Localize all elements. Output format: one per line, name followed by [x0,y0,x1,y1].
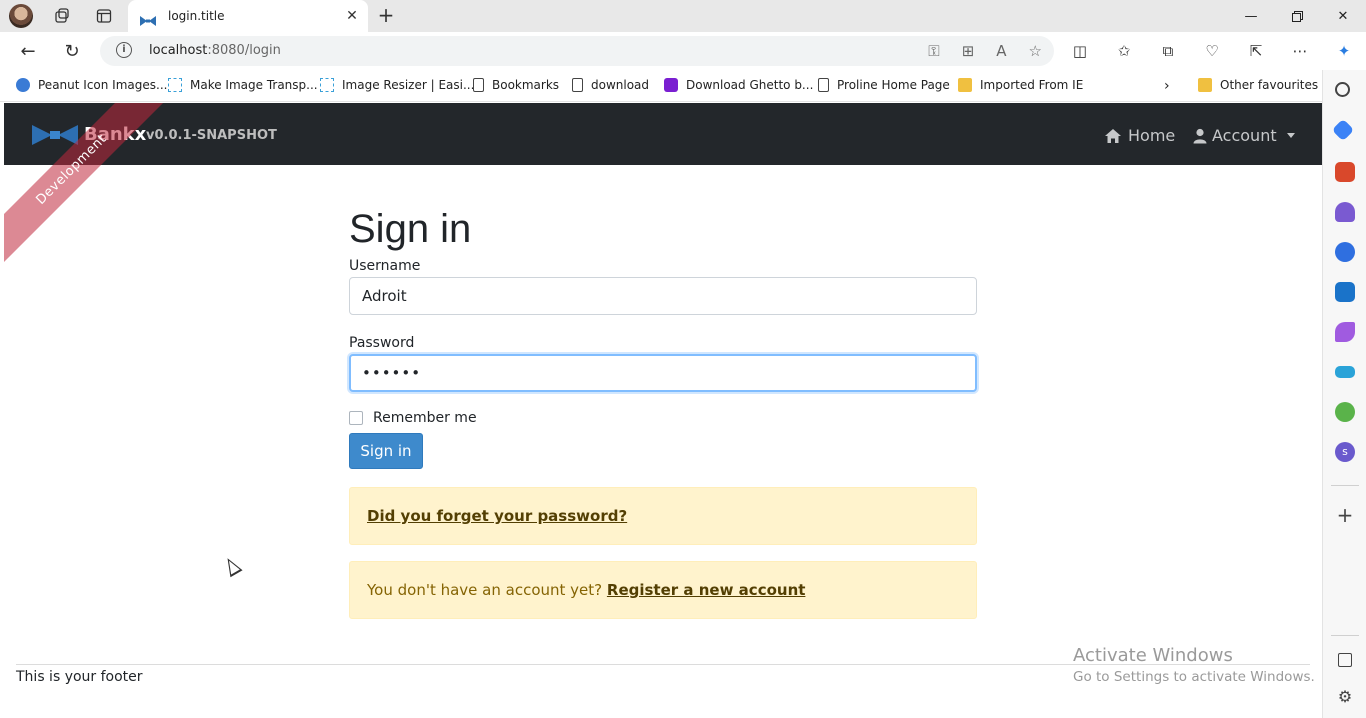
blue-app-icon [16,78,30,92]
image-icon [168,78,182,92]
sidebar-divider [1331,635,1359,636]
remember-me-row[interactable]: Remember me [349,410,977,426]
share-icon[interactable]: ⇱ [1244,39,1268,63]
bookmark-item[interactable]: Image Resizer | Easi... [320,78,474,92]
folder-icon [958,78,972,92]
collections-icon[interactable]: ⧉ [1156,39,1180,63]
tools-briefcase-icon[interactable] [1335,162,1355,182]
address-bar[interactable]: i localhost:8080/login ⚿ ⊞ A ☆ [100,36,1054,66]
nav-home-label: Home [1128,126,1176,145]
designer-icon[interactable] [1335,322,1355,342]
new-tab-icon[interactable]: + [374,4,398,28]
forgot-password-link[interactable]: Did you forget your password? [367,507,627,525]
forgot-password-alert: Did you forget your password? [349,487,977,545]
office-icon[interactable] [1335,242,1355,262]
tab-title: login.title [168,9,225,23]
add-icon[interactable]: + [1335,505,1355,526]
nav-account-dropdown[interactable]: Account [1193,126,1295,145]
username-input[interactable]: Adroit [349,277,977,315]
activate-windows-title: Activate Windows [1073,645,1233,666]
app-available-icon[interactable]: ⊞ [962,42,975,60]
split-screen-icon[interactable]: ◫ [1068,39,1092,63]
other-favourites[interactable]: Other favourites [1198,78,1318,92]
url-text[interactable]: localhost:8080/login [149,43,281,58]
search-icon[interactable] [1335,82,1350,97]
page-icon [572,78,583,92]
copilot-icon[interactable]: ✦ [1332,39,1356,63]
address-bar-actions: ⚿ ⊞ A ☆ [928,42,1042,60]
bookmark-item[interactable]: Proline Home Page [818,78,950,92]
user-icon [1193,128,1207,143]
remember-me-checkbox[interactable] [349,411,363,425]
s-app-icon[interactable]: s [1335,442,1355,462]
profile-avatar[interactable] [9,4,33,28]
footer-text: This is your footer [16,669,143,685]
browser-toolbar: ← ↻ i localhost:8080/login ⚿ ⊞ A ☆ ◫ ✩ ⧉… [0,32,1366,70]
bookmark-item[interactable]: Make Image Transp... [168,78,318,92]
folder-icon [1198,78,1212,92]
favorites-icon[interactable]: ✩ [1112,39,1136,63]
outlook-icon[interactable] [1335,282,1355,302]
shopping-tag-icon[interactable] [1331,118,1355,142]
minimize-icon[interactable]: — [1228,0,1274,32]
bookmark-item[interactable]: download [572,78,649,92]
bowtie-favicon-icon [140,11,156,26]
vertical-tabs-icon[interactable] [91,4,117,28]
sidebar-divider [1331,485,1359,486]
settings-gear-icon[interactable]: ⚙ [1335,688,1355,708]
image-icon [320,78,334,92]
browser-essentials-icon[interactable]: ♡ [1200,39,1224,63]
restore-icon[interactable] [1274,0,1320,32]
page-title: Sign in [349,207,472,251]
password-label: Password [349,335,415,351]
activate-windows-subtitle: Go to Settings to activate Windows. [1073,669,1315,685]
register-link[interactable]: Register a new account [607,581,806,599]
active-tab[interactable]: login.title ✕ [128,0,368,32]
edge-sidebar: s + ⚙ [1322,70,1366,718]
bookmark-item[interactable]: Imported From IE [958,78,1083,92]
site-info-icon[interactable]: i [116,42,132,58]
browser-tab-bar: login.title ✕ + — ✕ [0,0,1366,32]
key-icon[interactable]: ⚿ [928,42,939,60]
bookmark-item[interactable]: Bookmarks [473,78,559,92]
remember-me-label: Remember me [373,410,477,426]
page-icon [473,78,484,92]
refresh-icon[interactable]: ↻ [59,39,85,63]
chevron-right-icon[interactable]: › [1164,78,1170,94]
username-label: Username [349,258,421,274]
bowtie-logo-icon[interactable] [32,125,78,145]
nav-account-label: Account [1212,126,1277,145]
more-options-icon[interactable]: ⋯ [1288,39,1312,63]
no-account-text: You don't have an account yet? [367,581,603,599]
purple-app-icon [664,78,678,92]
back-arrow-icon[interactable]: ← [15,39,41,63]
workspaces-icon[interactable] [49,4,75,28]
close-window-icon[interactable]: ✕ [1320,0,1366,32]
sidebar-toggle-icon[interactable] [1338,653,1352,667]
register-alert: You don't have an account yet? Register … [349,561,977,619]
close-tab-icon[interactable]: ✕ [342,8,362,24]
read-aloud-icon[interactable]: A [996,42,1006,60]
chess-icon[interactable] [1335,202,1355,222]
nav-home[interactable]: Home [1104,126,1175,145]
web-page: Bankx v0.0.1-SNAPSHOT Home Account Devel… [4,103,1322,718]
bookmark-item[interactable]: Peanut Icon Images... [16,78,167,92]
send-icon[interactable] [1335,366,1355,378]
favorite-star-icon[interactable]: ☆ [1029,42,1042,60]
password-input[interactable]: •••••• [349,354,977,392]
app-navbar: Bankx v0.0.1-SNAPSHOT Home Account [4,103,1322,165]
caret-down-icon [1286,133,1295,138]
app-version: v0.0.1-SNAPSHOT [146,128,277,143]
sign-in-button[interactable]: Sign in [349,433,423,469]
bookmarks-bar: Peanut Icon Images... Make Image Transp.… [0,70,1322,102]
page-icon [818,78,829,92]
spring-leaf-icon[interactable] [1335,402,1355,422]
bookmark-item[interactable]: Download Ghetto b... [664,78,813,92]
browser-tool-icons: ◫ ✩ ⧉ ♡ ⇱ ⋯ ✦ [1068,39,1356,63]
home-icon [1105,128,1121,143]
login-form: Sign in Username Adroit Password •••••• … [349,203,977,619]
